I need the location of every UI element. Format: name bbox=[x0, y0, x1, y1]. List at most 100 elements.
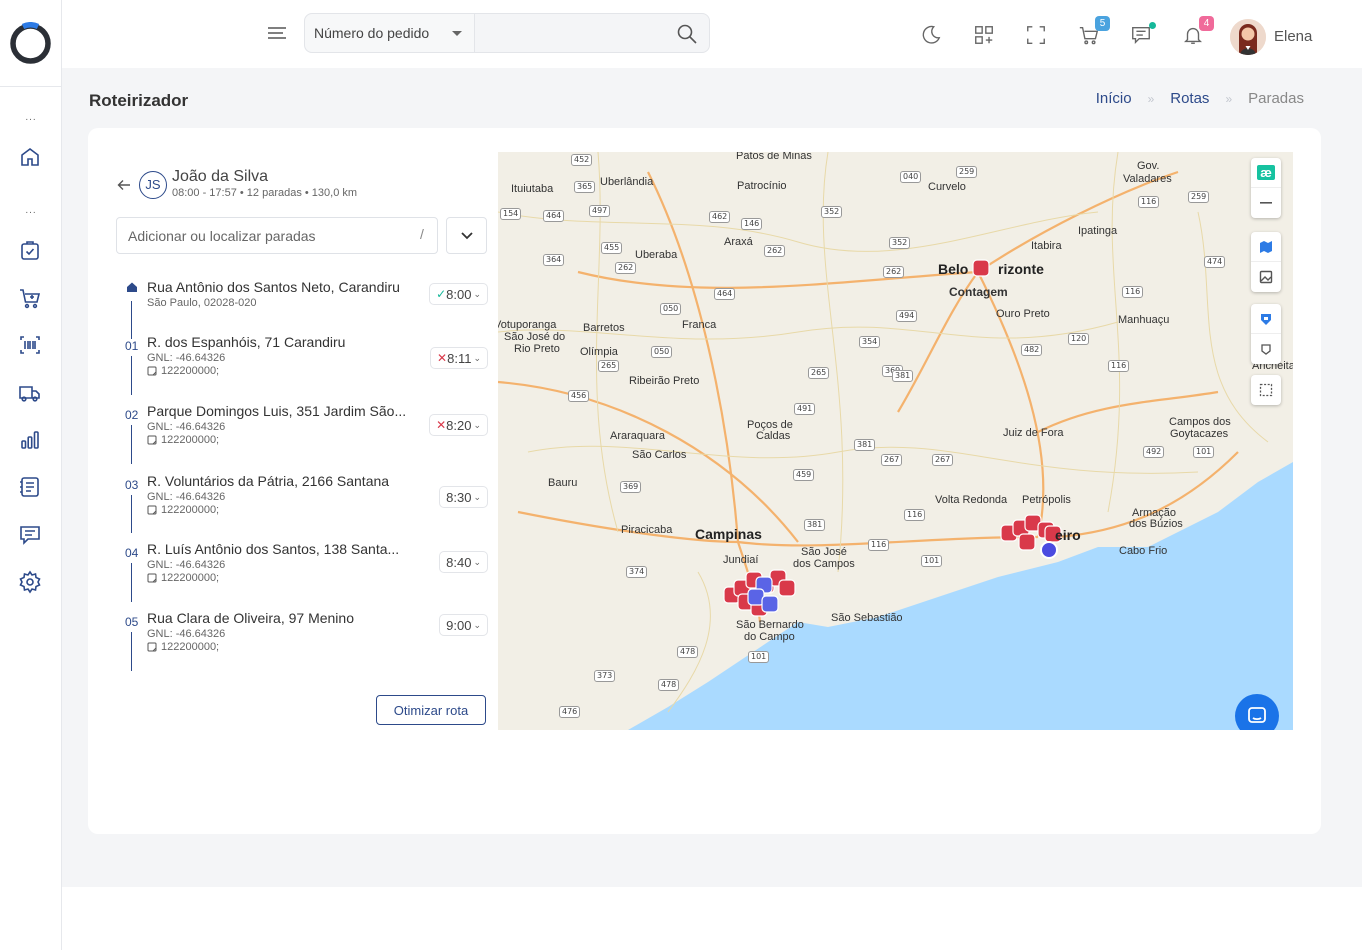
stop-detail: GNL: -46.64326 bbox=[147, 491, 226, 503]
shield-layer-button[interactable] bbox=[1251, 304, 1281, 334]
map-city-label: Patos de Minas bbox=[736, 152, 812, 162]
fullscreen-icon[interactable] bbox=[1025, 24, 1049, 48]
clipboard-check-icon[interactable] bbox=[17, 237, 43, 263]
stop-detail: GNL: -46.64326 bbox=[147, 628, 226, 640]
map-city-label: Uberaba bbox=[635, 249, 678, 261]
map-city-label: Patrocínio bbox=[737, 180, 787, 192]
gear-icon[interactable] bbox=[17, 569, 43, 595]
stop-code-text: 122200000; bbox=[161, 434, 220, 446]
stop-search-input[interactable] bbox=[116, 217, 438, 254]
marker-layer-button[interactable] bbox=[1251, 334, 1281, 364]
menu-icon[interactable] bbox=[267, 25, 287, 41]
cart-icon[interactable]: 5 bbox=[1078, 16, 1110, 48]
search-type-select[interactable]: Número do pedido bbox=[305, 14, 475, 52]
note-icon bbox=[147, 366, 157, 376]
stop-item[interactable]: Rua Antônio dos Santos Neto, Carandiru Sã… bbox=[116, 279, 488, 339]
road-number-badge: 116 bbox=[1122, 286, 1144, 298]
breadcrumb-current: Paradas bbox=[1248, 90, 1304, 107]
map-city-label: Bauru bbox=[548, 477, 578, 489]
stop-address: R. Luís Antônio dos Santos, 138 Santa... bbox=[147, 541, 400, 557]
zoom-out-button[interactable] bbox=[1251, 188, 1281, 218]
stop-item[interactable]: 03 R. Voluntários da Pátria, 2166 Santana… bbox=[116, 473, 488, 533]
stop-time: 9:00 bbox=[446, 617, 472, 633]
bell-icon[interactable]: 4 bbox=[1182, 16, 1214, 48]
stop-item[interactable]: 04 R. Luís Antônio dos Santos, 138 Santa.… bbox=[116, 541, 488, 602]
road-number-badge: 040 bbox=[900, 171, 922, 183]
stop-time-select[interactable]: 8:30 ⌄ bbox=[439, 486, 488, 508]
road-number-badge: 050 bbox=[660, 303, 682, 315]
stop-address: Rua Antônio dos Santos Neto, Carandiru bbox=[147, 279, 400, 295]
map-city-label: Piracicaba bbox=[621, 524, 673, 536]
optimize-route-button[interactable]: Otimizar rota bbox=[376, 695, 486, 725]
stop-item[interactable]: 01 R. dos Espanhóis, 71 Carandiru GNL: -46… bbox=[116, 334, 488, 395]
topbar: Número do pedido 5 4 Elena bbox=[62, 0, 1362, 68]
truck-icon[interactable] bbox=[17, 380, 43, 406]
map-city-label: Jundiaí bbox=[723, 554, 759, 566]
stop-item[interactable]: 05 Rua Clara de Oliveira, 97 Menino GNL: -… bbox=[116, 610, 488, 671]
stop-connector bbox=[131, 495, 132, 533]
road-number-badge: 364 bbox=[543, 254, 565, 266]
barcode-icon[interactable] bbox=[17, 332, 43, 358]
brand-badge[interactable]: æ bbox=[1251, 158, 1281, 188]
search-icon[interactable] bbox=[675, 22, 699, 46]
app-logo[interactable] bbox=[9, 22, 52, 65]
expand-button[interactable] bbox=[446, 217, 487, 254]
stop-detail: GNL: -46.64326 bbox=[147, 352, 226, 364]
road-number-badge: 262 bbox=[764, 245, 786, 257]
check-icon: ✓ bbox=[436, 287, 447, 301]
map-view-button[interactable] bbox=[1251, 232, 1281, 262]
depot-home-icon bbox=[127, 282, 137, 292]
chat-icon[interactable] bbox=[17, 522, 43, 548]
map-city-label: Barretos bbox=[583, 322, 625, 334]
messages-icon[interactable] bbox=[1130, 22, 1156, 48]
breadcrumb-home[interactable]: Início bbox=[1096, 90, 1132, 107]
road-number-badge: 456 bbox=[568, 390, 590, 402]
footer bbox=[62, 887, 1362, 950]
driver-name: João da Silva bbox=[172, 168, 269, 185]
map-city-label: Campos dos bbox=[1169, 416, 1231, 428]
stop-time-select[interactable]: ✕ 8:20 ⌄ bbox=[429, 414, 488, 436]
map-city-label: Itabira bbox=[1031, 240, 1062, 252]
chevron-down-icon bbox=[460, 231, 473, 239]
stop-time-select[interactable]: 8:40 ⌄ bbox=[439, 551, 488, 573]
map-city-label: Ituiutaba bbox=[511, 183, 554, 195]
stop-time-select[interactable]: ✓ 8:00 ⌄ bbox=[429, 283, 488, 305]
search-type-label: Número do pedido bbox=[314, 25, 430, 41]
stop-code: 122200000; bbox=[147, 365, 219, 377]
map-city-label: Ribeirão Preto bbox=[629, 375, 700, 387]
user-name[interactable]: Elena bbox=[1274, 28, 1312, 45]
stop-connector bbox=[131, 356, 132, 395]
breadcrumb-rotas[interactable]: Rotas bbox=[1170, 90, 1209, 107]
search-input[interactable] bbox=[476, 14, 666, 52]
road-number-badge: 369 bbox=[620, 481, 642, 493]
stop-number: 01 bbox=[125, 339, 139, 353]
bar-chart-icon[interactable] bbox=[17, 427, 43, 453]
road-number-badge: 265 bbox=[808, 367, 830, 379]
stop-code-text: 122200000; bbox=[161, 365, 220, 377]
map-city-label: Contagem bbox=[949, 285, 1008, 299]
driver-avatar: JS bbox=[139, 171, 167, 199]
support-chat-button[interactable] bbox=[1235, 694, 1279, 730]
back-arrow-icon[interactable] bbox=[117, 178, 131, 192]
map-city-label: Campinas bbox=[695, 526, 762, 542]
road-number-badge: 452 bbox=[571, 154, 593, 166]
page-title: Roteirizador bbox=[89, 91, 189, 110]
document-list-icon[interactable] bbox=[17, 474, 43, 500]
apps-icon[interactable] bbox=[973, 24, 997, 48]
cart-add-icon[interactable] bbox=[17, 285, 43, 311]
area-select-button[interactable] bbox=[1251, 375, 1281, 405]
stop-time-select[interactable]: ✕ 8:11 ⌄ bbox=[430, 347, 488, 369]
stop-item[interactable]: 02 Parque Domingos Luis, 351 Jardim São..… bbox=[116, 403, 488, 464]
avatar[interactable] bbox=[1230, 19, 1266, 55]
route-map[interactable]: Patos de Minas Uberlândia Patrocínio Curvel… bbox=[498, 152, 1293, 730]
home-icon[interactable] bbox=[17, 144, 43, 170]
moon-icon[interactable] bbox=[920, 24, 944, 48]
road-number-badge: 265 bbox=[598, 360, 620, 372]
map-zoom-controls: æ bbox=[1251, 158, 1281, 218]
road-number-badge: 259 bbox=[1188, 191, 1210, 203]
road-number-badge: 464 bbox=[714, 288, 736, 300]
stop-connector bbox=[131, 425, 132, 464]
stop-time-select[interactable]: 9:00 ⌄ bbox=[439, 614, 488, 636]
road-number-badge: 478 bbox=[658, 679, 680, 691]
satellite-view-button[interactable] bbox=[1251, 262, 1281, 292]
